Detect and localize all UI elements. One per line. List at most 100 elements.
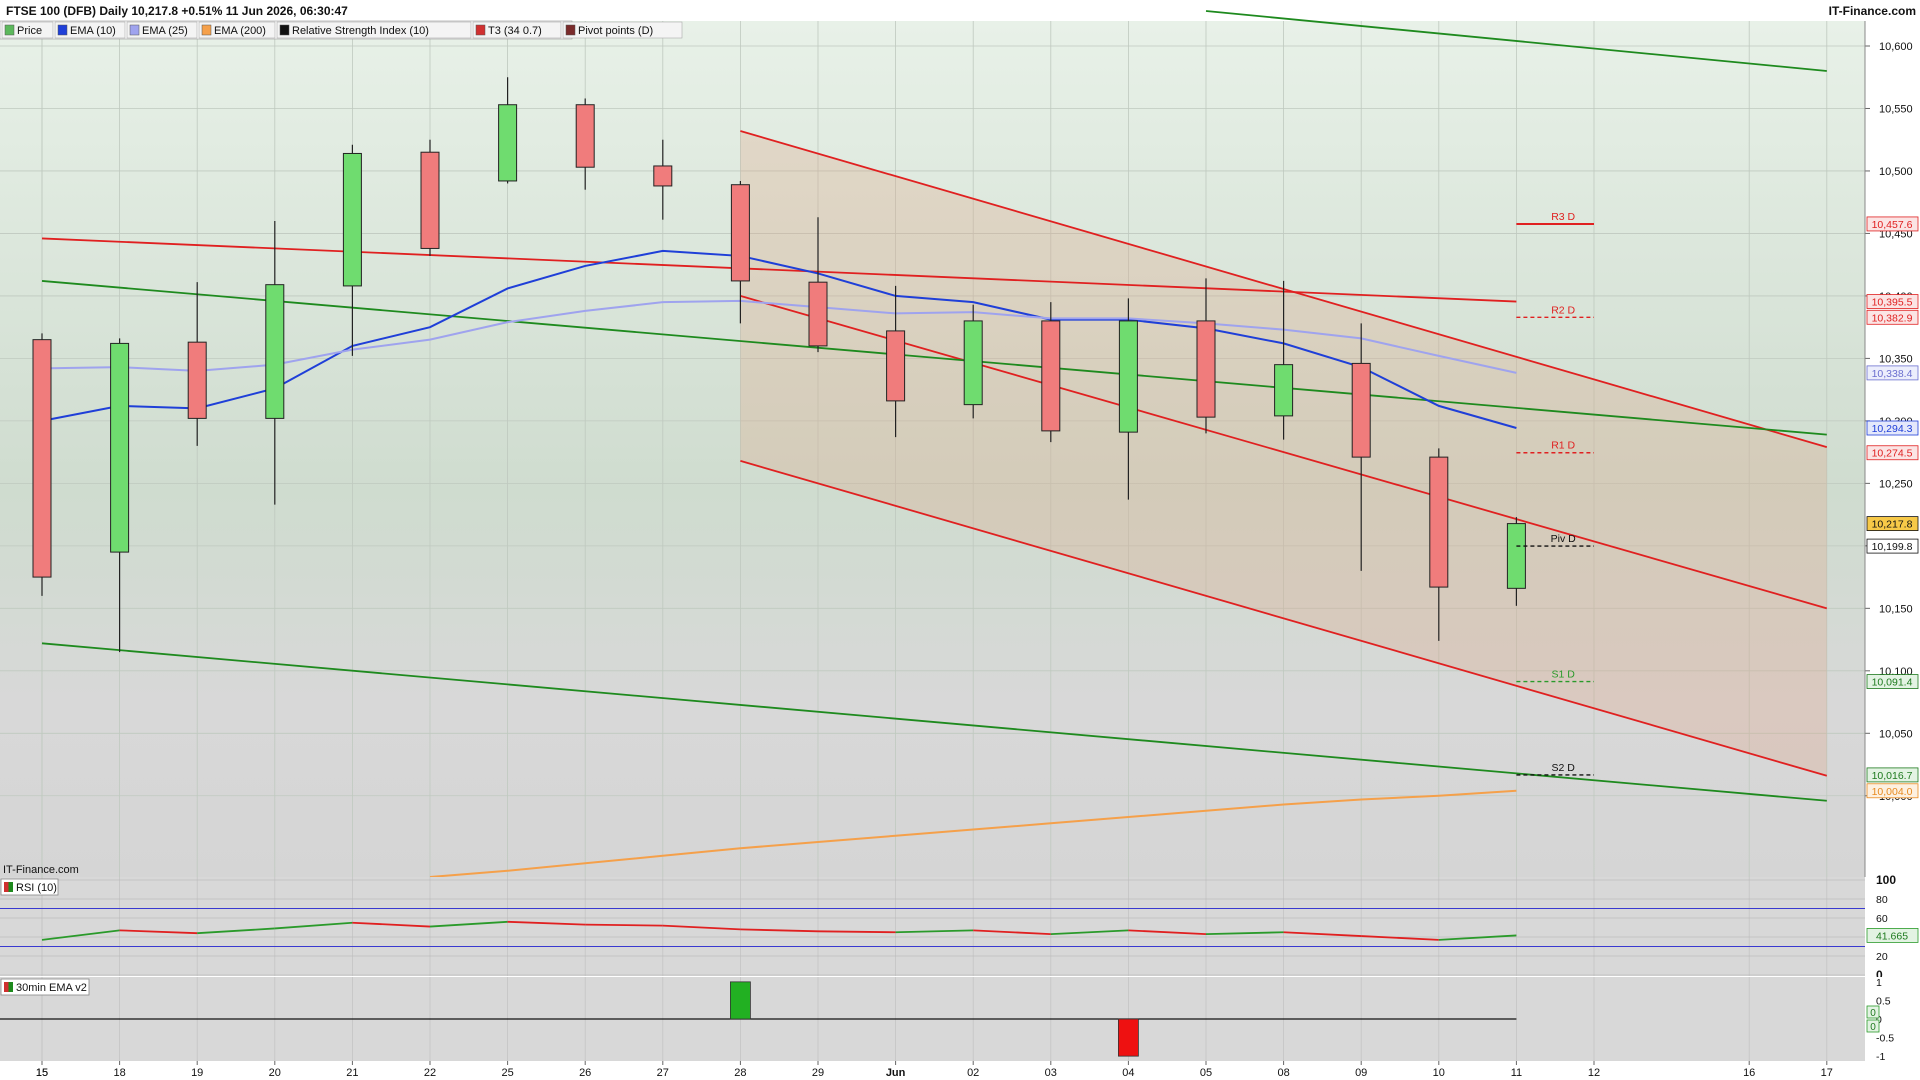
legend-swatch — [279, 24, 290, 36]
candle-body — [963, 320, 983, 406]
legend-item[interactable]: EMA (25) — [126, 21, 198, 39]
rsi-tick-label: 100 — [1876, 873, 1896, 887]
legend-swatch — [57, 24, 68, 36]
candle-body — [1351, 362, 1371, 458]
value-tag-text: 10,395.5 — [1872, 297, 1913, 309]
legend-item[interactable]: Price — [1, 21, 54, 39]
value-tag: 10,199.8 — [1866, 538, 1919, 554]
rsi-panel[interactable]: 10080604020041.665 RSI (10) — [0, 873, 1920, 982]
x-tick-label: 26 — [579, 1067, 591, 1079]
x-tick-label: 21 — [346, 1067, 358, 1079]
x-tick-label: 09 — [1355, 1067, 1367, 1079]
legend-swatch — [565, 24, 576, 36]
pivot-label: R2 D — [1551, 304, 1575, 316]
candle-body — [265, 284, 285, 419]
candle[interactable] — [420, 139, 440, 256]
value-tag-text: 10,004.0 — [1872, 786, 1913, 798]
value-tag-text: 10,457.6 — [1872, 219, 1913, 231]
rsi-title: RSI (10) — [16, 882, 57, 894]
x-tick-label: 04 — [1122, 1067, 1134, 1079]
value-tag: 10,382.9 — [1866, 309, 1919, 325]
value-tag: 10,457.6 — [1866, 216, 1919, 232]
candle[interactable] — [963, 304, 983, 419]
value-tag: 10,004.0 — [1866, 783, 1919, 799]
legend-label: EMA (10) — [70, 25, 116, 37]
legend-item[interactable]: T3 (34 0.7) — [472, 21, 562, 39]
price-panel[interactable]: R3 D R2 D R1 D Piv D S1 D S2 D 10,600 10,550 10… — [0, 10, 1920, 878]
legend-swatch — [4, 24, 15, 36]
legend-swatch — [201, 24, 212, 36]
x-tick-label: 17 — [1821, 1067, 1833, 1079]
y-tick-label: 10,250 — [1879, 478, 1913, 490]
x-tick-label: 27 — [657, 1067, 669, 1079]
x-axis: 15 18 19 20 21 22 25 26 27 28 29 Jun 02 03 04 05 08 09 10 1… — [0, 1061, 1920, 1080]
legend-label: Price — [17, 25, 42, 37]
ema-v2-value-tag: 0 — [1870, 1022, 1876, 1033]
indicator-legend[interactable]: Price EMA (10) EMA (25) EMA (200) Relative S… — [0, 20, 683, 40]
rsi-value-tag: 41.665 — [1876, 930, 1908, 942]
candle-body — [730, 184, 750, 282]
ema-v2-value-tag: 0 — [1870, 1008, 1876, 1019]
y-tick-label: 10,600 — [1879, 41, 1913, 53]
chart-header: FTSE 100 (DFB) Daily 10,217.8 +0.51% 11 … — [0, 0, 1920, 21]
ema-v2-tick-label: -0.5 — [1876, 1033, 1894, 1045]
x-tick-label: 11 — [1511, 1067, 1522, 1079]
rsi-segment — [817, 930, 896, 934]
trading-chart[interactable]: FTSE 100 (DFB) Daily 10,217.8 +0.51% 11 … — [0, 0, 1920, 1080]
x-tick-label: 05 — [1200, 1067, 1212, 1079]
value-tag: 10,338.4 — [1866, 365, 1919, 381]
candle-body — [420, 151, 440, 249]
value-tag: 10,091.4 — [1866, 674, 1919, 689]
candle-body — [187, 341, 207, 419]
x-tick-label: 02 — [967, 1067, 979, 1079]
x-tick-label: 08 — [1277, 1067, 1289, 1079]
ema-v2-tick-label: 1 — [1876, 977, 1882, 989]
legend-item[interactable]: Relative Strength Index (10) — [276, 21, 472, 39]
candle-body — [498, 104, 518, 182]
x-tick-label: Jun — [886, 1067, 906, 1079]
ema-v2-title: 30min EMA v2 — [16, 982, 87, 994]
candle-body — [1274, 364, 1294, 417]
candle-body — [808, 281, 828, 347]
candle-body — [653, 165, 673, 187]
x-tick-label: 20 — [269, 1067, 281, 1079]
y-tick-label: 10,500 — [1879, 166, 1913, 178]
value-tag-text: 10,199.8 — [1872, 541, 1913, 553]
candle[interactable] — [1041, 302, 1061, 443]
ema-v2-panel[interactable]: 10.50-0.5-100 30min EMA v2 — [0, 977, 1920, 1063]
legend-label: EMA (25) — [142, 25, 188, 37]
x-tick-label: 28 — [734, 1067, 746, 1079]
ema-v2-title-box: 30min EMA v2 — [0, 978, 90, 996]
rsi-title-box: RSI (10) — [0, 878, 59, 896]
candle-body — [342, 152, 362, 287]
x-tick-label: 10 — [1433, 1067, 1445, 1079]
rsi-axis-background — [1865, 877, 1920, 976]
watermark: IT-Finance.com — [3, 864, 79, 876]
y-tick-label: 10,050 — [1879, 728, 1913, 740]
value-tag-text: 10,091.4 — [1872, 677, 1913, 689]
value-tag-text: 10,274.5 — [1872, 448, 1913, 460]
chart-title: FTSE 100 (DFB) Daily 10,217.8 +0.51% 11 … — [6, 4, 348, 18]
x-tick-label: 03 — [1045, 1067, 1057, 1079]
y-tick-label: 10,550 — [1879, 103, 1913, 115]
candle-body — [575, 104, 595, 168]
pivot-label: S2 D — [1552, 762, 1576, 774]
y-tick-label: 10,150 — [1879, 603, 1913, 615]
ema-v2-axis-background — [1865, 977, 1920, 1061]
value-tag-text: 10,217.8 — [1872, 519, 1913, 531]
legend-item[interactable]: EMA (10) — [54, 21, 126, 39]
candle[interactable] — [32, 333, 52, 596]
legend-label: T3 (34 0.7) — [488, 25, 542, 37]
legend-item[interactable]: EMA (200) — [198, 21, 276, 39]
legend-item[interactable]: Pivot points (D) — [562, 21, 683, 39]
rsi-tick-label: 60 — [1876, 913, 1888, 925]
candle-body — [1429, 456, 1449, 588]
candle-body — [1118, 320, 1138, 433]
legend-label: Pivot points (D) — [578, 25, 653, 37]
value-tag: 10,395.5 — [1866, 294, 1919, 309]
legend-swatch — [475, 24, 486, 36]
x-tick-label: 18 — [113, 1067, 125, 1079]
brand-label: IT-Finance.com — [1829, 4, 1916, 18]
candle-body — [886, 330, 906, 402]
rsi-tick-label: 80 — [1876, 894, 1888, 906]
